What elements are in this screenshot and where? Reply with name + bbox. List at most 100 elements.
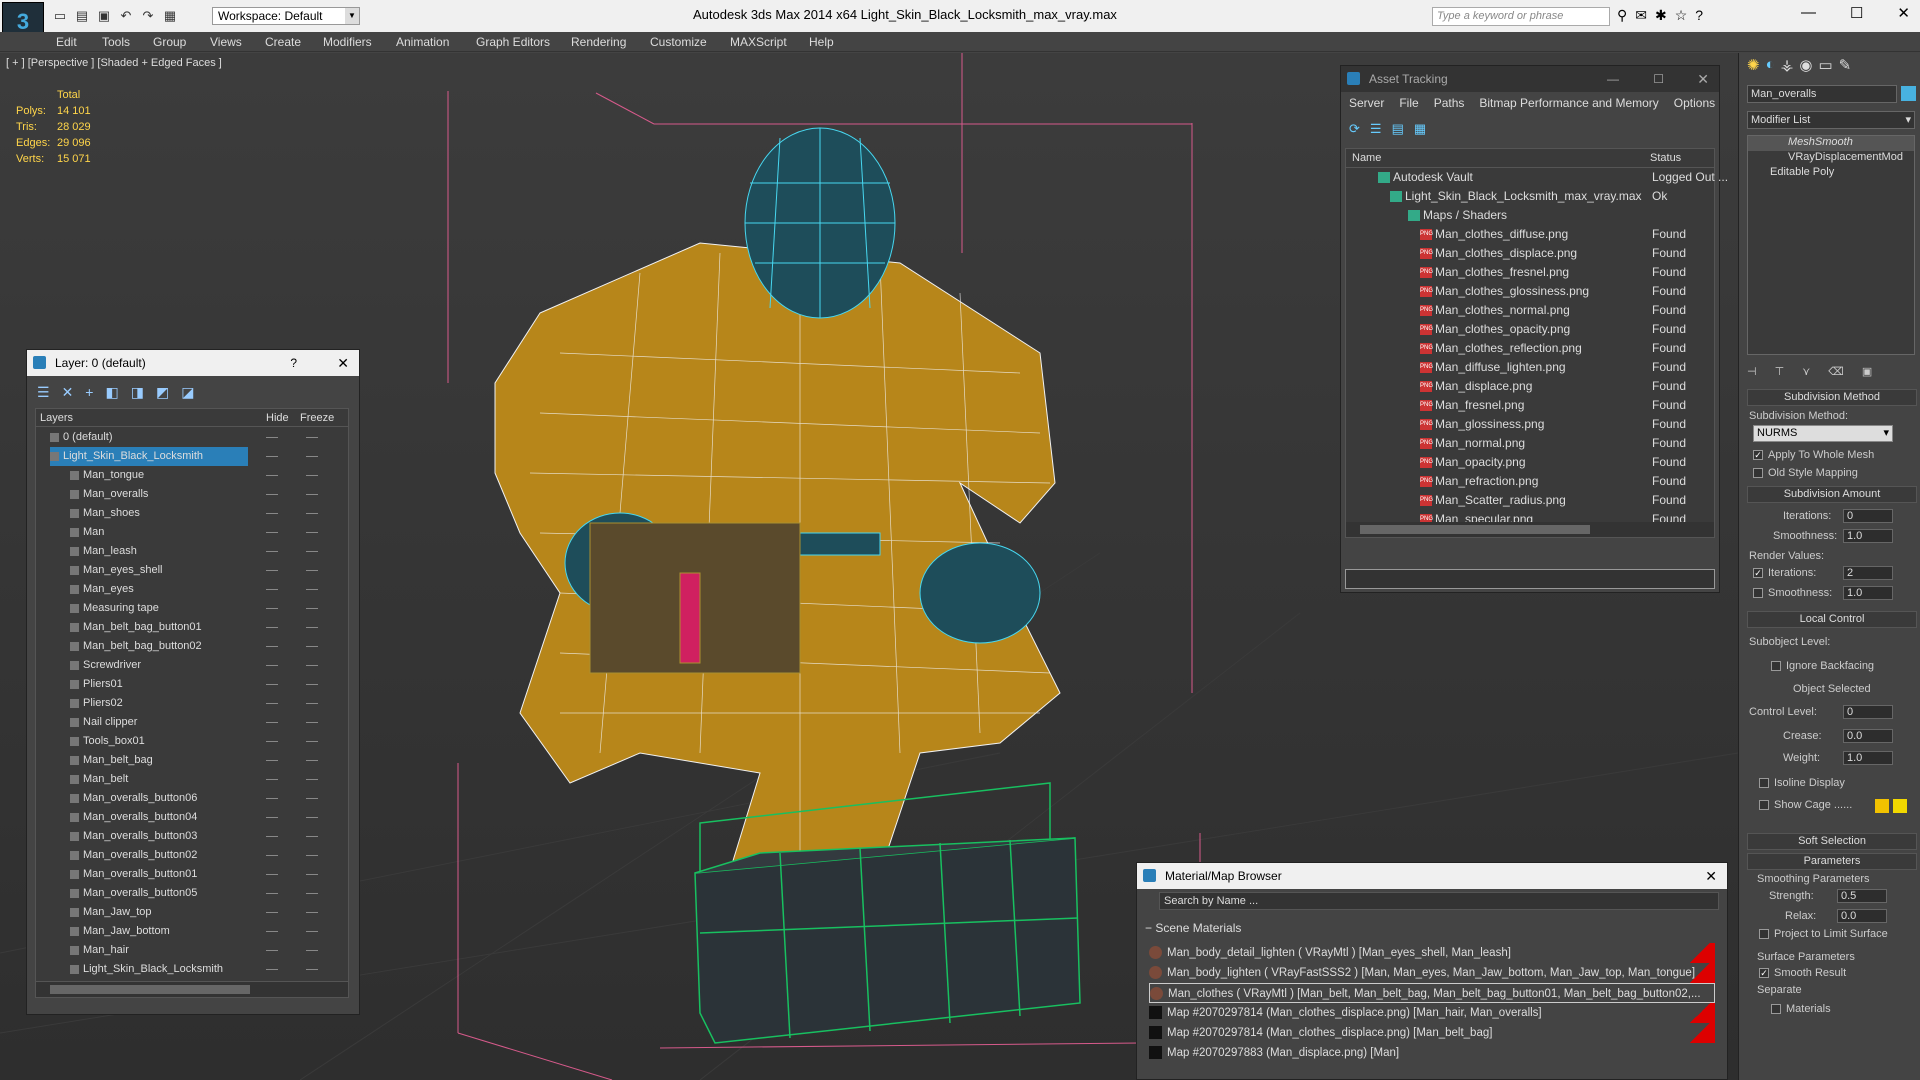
hide-toggle[interactable] <box>266 532 278 533</box>
smoothness-spinner[interactable]: 1.0 <box>1843 529 1893 543</box>
layer-row[interactable]: Man_belt <box>70 770 350 789</box>
select-objects-icon[interactable]: ◧ <box>105 384 118 401</box>
freeze-toggle[interactable] <box>306 722 318 723</box>
freeze-toggle[interactable] <box>306 646 318 647</box>
asset-file-row[interactable]: PNG Man_opacity.png Found <box>1350 453 1720 472</box>
col-freeze[interactable]: Freeze <box>300 412 334 424</box>
freeze-toggle[interactable] <box>306 798 318 799</box>
layer-row[interactable]: Man_overalls_button03 <box>70 827 350 846</box>
hide-toggle[interactable] <box>266 760 278 761</box>
isoline-display-checkbox[interactable]: Isoline Display <box>1759 777 1845 789</box>
control-level-spinner[interactable]: 0 <box>1843 705 1893 719</box>
map-row[interactable]: Map #2070297814 (Man_clothes_displace.pn… <box>1149 1003 1715 1023</box>
menu-help[interactable]: Help <box>809 35 834 49</box>
communication-icon[interactable]: ✱ <box>1655 7 1667 24</box>
relax-spinner[interactable]: 0.0 <box>1837 909 1887 923</box>
hide-toggle[interactable] <box>266 665 278 666</box>
binoculars-icon[interactable]: ⚲ <box>1617 7 1627 24</box>
layer-row-selected[interactable]: Light_Skin_Black_Locksmith <box>50 447 318 466</box>
scene-file-row[interactable]: Light_Skin_Black_Locksmith_max_vray.max O… <box>1350 187 1720 206</box>
layer-row[interactable]: Man_belt_bag <box>70 751 350 770</box>
freeze-toggle[interactable] <box>306 779 318 780</box>
layer-row[interactable]: Pliers01 <box>70 675 350 694</box>
cage-selection-color-swatch[interactable] <box>1893 799 1907 813</box>
asset-menu-file[interactable]: File <box>1399 96 1418 110</box>
favorites-star-icon[interactable]: ☆ <box>1675 7 1688 24</box>
display-tab-icon[interactable]: ▭ <box>1818 56 1832 74</box>
redo-icon[interactable]: ↷ <box>140 8 156 24</box>
freeze-toggle[interactable] <box>306 589 318 590</box>
asset-file-row[interactable]: PNG Man_clothes_diffuse.png Found <box>1350 225 1720 244</box>
asset-file-row[interactable]: PNG Man_normal.png Found <box>1350 434 1720 453</box>
hide-toggle[interactable] <box>266 912 278 913</box>
layer-row[interactable]: Man_overalls <box>70 485 350 504</box>
layer-row[interactable]: Light_Skin_Black_Locksmith <box>70 960 350 979</box>
subdivision-amount-rollout[interactable]: Subdivision Amount <box>1747 486 1917 503</box>
freeze-toggle[interactable] <box>306 456 318 457</box>
soft-selection-rollout[interactable]: Soft Selection <box>1747 833 1917 850</box>
material-row[interactable]: Man_clothes ( VRayMtl ) [Man_belt, Man_b… <box>1149 983 1715 1003</box>
layer-row[interactable]: Man_eyes <box>70 580 350 599</box>
menu-animation[interactable]: Animation <box>396 35 449 49</box>
layer-row[interactable]: Man_Jaw_top <box>70 903 350 922</box>
hide-toggle[interactable] <box>266 684 278 685</box>
asset-file-row[interactable]: PNG Man_clothes_opacity.png Found <box>1350 320 1720 339</box>
subdivision-method-select[interactable]: NURMS ▾ <box>1753 425 1893 442</box>
highlight-icon[interactable]: ◨ <box>131 384 144 401</box>
delete-icon[interactable]: ✕ <box>62 384 74 401</box>
subscription-icon[interactable]: ✉ <box>1635 7 1647 24</box>
layer-row[interactable]: Man_shoes <box>70 504 350 523</box>
col-name[interactable]: Name <box>1352 152 1381 164</box>
layer-row[interactable]: Man_hair <box>70 941 350 960</box>
freeze-toggle[interactable] <box>306 570 318 571</box>
layer-row[interactable]: Man_tongue <box>70 466 350 485</box>
layer-row[interactable]: Screwdriver <box>70 656 350 675</box>
hide-toggle[interactable] <box>266 513 278 514</box>
help-icon[interactable]: ? <box>1695 7 1703 24</box>
asset-file-row[interactable]: PNG Man_clothes_displace.png Found <box>1350 244 1720 263</box>
layer-row[interactable]: Man_eyes_shell <box>70 561 350 580</box>
hide-all-icon[interactable]: ◩ <box>156 384 169 401</box>
local-control-rollout[interactable]: Local Control <box>1747 611 1917 628</box>
table-view-icon[interactable]: ▦ <box>1414 121 1426 137</box>
undo-icon[interactable]: ↶ <box>118 8 134 24</box>
maps-folder-row[interactable]: Maps / Shaders <box>1350 206 1720 225</box>
layer-row[interactable]: Man_overalls_button05 <box>70 884 350 903</box>
layer-horizontal-scrollbar[interactable] <box>36 981 348 997</box>
render-iterations-spinner[interactable]: 2 <box>1843 566 1893 580</box>
freeze-toggle[interactable] <box>306 855 318 856</box>
menu-modifiers[interactable]: Modifiers <box>323 35 372 49</box>
hide-toggle[interactable] <box>266 475 278 476</box>
project-limit-checkbox[interactable]: Project to Limit Surface <box>1759 928 1888 940</box>
utilities-tab-icon[interactable]: ✎ <box>1839 56 1852 74</box>
layer-row[interactable]: Nail clipper <box>70 713 350 732</box>
freeze-toggle[interactable] <box>306 513 318 514</box>
freeze-toggle[interactable] <box>306 551 318 552</box>
menu-graph-editors[interactable]: Graph Editors <box>476 35 550 49</box>
stack-item-editable-poly[interactable]: Editable Poly <box>1748 166 1914 181</box>
asset-file-row[interactable]: PNG Man_clothes_reflection.png Found <box>1350 339 1720 358</box>
maximize-icon[interactable]: ☐ <box>1653 66 1664 92</box>
minimize-icon[interactable]: — <box>1607 66 1619 92</box>
freeze-toggle[interactable] <box>306 532 318 533</box>
freeze-toggle[interactable] <box>306 437 318 438</box>
material-row[interactable]: Man_body_detail_lighten ( VRayMtl ) [Man… <box>1149 943 1715 963</box>
show-cage-checkbox[interactable]: Show Cage ...... <box>1759 799 1852 811</box>
close-icon[interactable]: ✕ <box>337 350 349 376</box>
hide-toggle[interactable] <box>266 722 278 723</box>
freeze-toggle[interactable] <box>306 893 318 894</box>
keyword-search-input[interactable]: Type a keyword or phrase <box>1432 7 1610 26</box>
asset-file-row[interactable]: PNG Man_displace.png Found <box>1350 377 1720 396</box>
freeze-toggle[interactable] <box>306 475 318 476</box>
hide-toggle[interactable] <box>266 950 278 951</box>
cage-color-swatch[interactable] <box>1875 799 1889 813</box>
menu-customize[interactable]: Customize <box>650 35 707 49</box>
add-icon[interactable]: + <box>85 384 93 401</box>
layer-row[interactable]: 0 (default) <box>50 428 330 447</box>
refresh-icon[interactable]: ⟳ <box>1349 121 1360 137</box>
iterations-spinner[interactable]: 0 <box>1843 509 1893 523</box>
project-icon[interactable]: ▦ <box>162 8 178 24</box>
layer-row[interactable]: Measuring tape <box>70 599 350 618</box>
col-layers[interactable]: Layers <box>40 412 73 424</box>
layer-row[interactable]: Man_belt_bag_button01 <box>70 618 350 637</box>
